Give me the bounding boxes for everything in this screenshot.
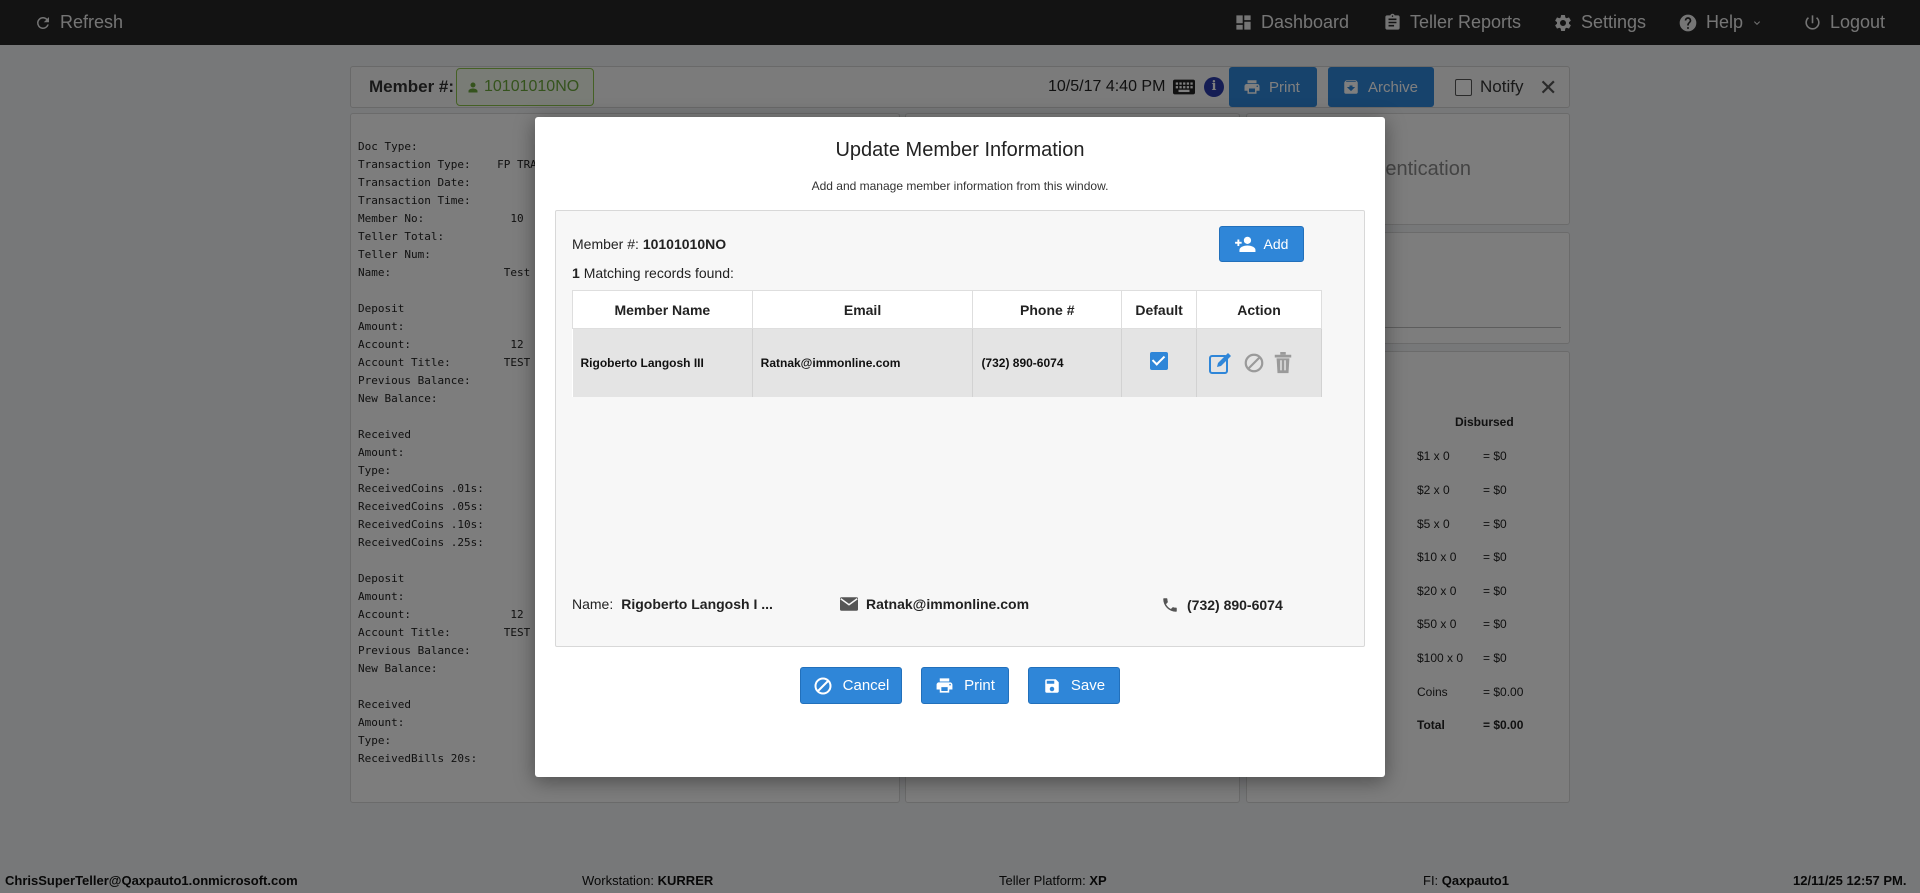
column-header: Phone # [972, 290, 1123, 329]
modal-member-value: 10101010NO [642, 236, 727, 252]
phone-cell: (732) 890-6074 [972, 328, 1123, 397]
match-count: 1 [572, 265, 580, 281]
footer-email-value: Ratnak@immonline.com [866, 596, 1030, 612]
save-label: Save [1070, 677, 1106, 694]
cancel-icon [814, 677, 832, 694]
email-cell: Ratnak@immonline.com [752, 328, 974, 397]
selected-name: Name: Rigoberto Langosh I ... [572, 596, 773, 612]
column-header: Action [1196, 290, 1322, 329]
default-checkbox[interactable] [1150, 352, 1169, 371]
cancel-button[interactable]: Cancel [800, 667, 902, 704]
update-member-modal: Update Member Information Add and manage… [535, 117, 1385, 777]
modal-member-number: Member #: 10101010NO [572, 236, 726, 252]
cancel-label: Cancel [842, 677, 890, 694]
column-header: Email [751, 290, 974, 329]
modal-subtitle: Add and manage member information from t… [811, 179, 1109, 193]
member-name-cell: Rigoberto Langosh III [572, 328, 753, 397]
save-icon [1045, 678, 1059, 693]
save-button[interactable]: Save [1028, 667, 1120, 704]
table-row[interactable]: Rigoberto Langosh III Ratnak@immonline.c… [572, 328, 1322, 397]
trash-icon[interactable] [1273, 351, 1293, 374]
print-label: Print [964, 677, 995, 694]
selected-email: Ratnak@immonline.com [840, 596, 1029, 612]
envelope-icon [840, 597, 858, 611]
match-text: Matching records found: [583, 265, 734, 281]
table-header-row: Member Name Email Phone # Default Action [572, 290, 1322, 329]
modal-member-label: Member #: [572, 236, 639, 252]
add-label: Add [1263, 236, 1289, 252]
column-header: Member Name [572, 290, 753, 329]
matching-records: 1 Matching records found: [572, 265, 734, 281]
add-member-button[interactable]: Add [1219, 226, 1304, 262]
footer-phone-value: (732) 890-6074 [1187, 597, 1283, 613]
member-table: Member Name Email Phone # Default Action… [572, 290, 1322, 397]
member-records-panel: Member #: 10101010NO 1 Matching records … [555, 210, 1365, 647]
edit-icon[interactable] [1209, 351, 1235, 375]
disable-icon[interactable] [1243, 352, 1265, 374]
action-cell [1196, 328, 1322, 397]
footer-name-label: Name: [572, 596, 614, 612]
modal-title: Update Member Information [835, 139, 1085, 161]
printer-icon [936, 678, 953, 693]
default-cell [1121, 328, 1198, 397]
selected-phone: (732) 890-6074 [1161, 596, 1283, 614]
phone-icon [1163, 598, 1177, 612]
column-header: Default [1121, 290, 1198, 329]
footer-name-value: Rigoberto Langosh I ... [621, 596, 773, 612]
add-user-icon [1234, 236, 1255, 252]
print-button[interactable]: Print [921, 667, 1009, 704]
